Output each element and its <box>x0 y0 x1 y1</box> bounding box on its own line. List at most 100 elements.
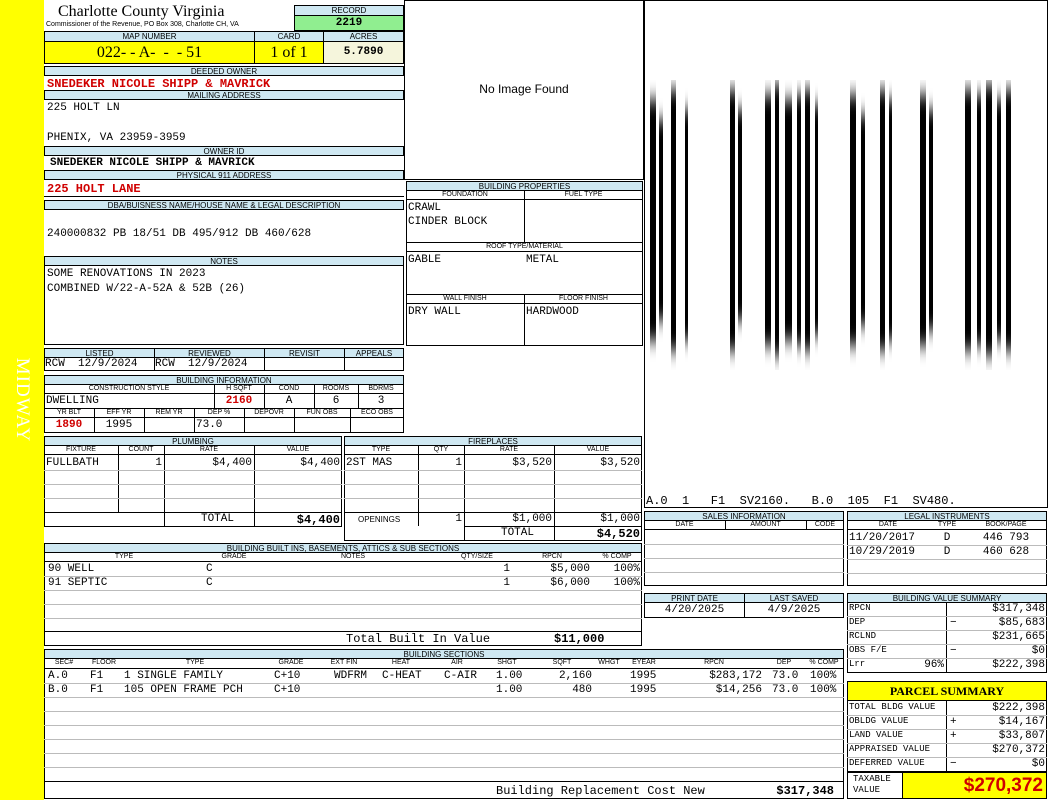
plumbing-rate: $4,400 <box>212 457 252 469</box>
sec-h-shgt: SHGT <box>484 659 530 669</box>
sec-h-type: TYPE <box>124 659 266 669</box>
rule <box>344 470 642 471</box>
sec-2-rpcn: $14,256 <box>715 684 762 696</box>
rule <box>214 384 215 408</box>
hsqft-label: H SQFT <box>214 385 264 394</box>
fuel-type-label: FUEL TYPE <box>524 191 643 200</box>
effyr-label: EFF YR <box>94 408 144 418</box>
rule <box>44 484 342 485</box>
rule <box>847 658 1047 659</box>
deeded-owner: SNEDEKER NICOLE SHIPP & MAVRICK <box>47 77 271 91</box>
dep-label: DEP % <box>194 408 244 418</box>
taxable-value: $270,372 <box>902 772 1047 799</box>
li-h-type: TYPE <box>929 521 965 530</box>
cond-value: A <box>285 395 293 407</box>
no-image-text: No Image Found <box>479 82 569 96</box>
sales-h-code: CODE <box>806 521 844 530</box>
sec-1-dep: 73.0 <box>772 670 799 682</box>
wall-finish: DRY WALL <box>408 306 461 318</box>
li-book-1: 446 793 <box>982 532 1030 544</box>
yrblt-value: 1890 <box>55 419 83 431</box>
sec-h-rpcn: RPCN <box>664 659 764 669</box>
revisit-value <box>264 357 345 371</box>
ps-value-2: $14,167 <box>998 716 1045 728</box>
owner-id-label: OWNER ID <box>44 146 404 156</box>
bvs-value-1: $317,348 <box>992 603 1045 615</box>
legal-description-label: DBA/BUISNESS NAME/HOUSE NAME & LEGAL DES… <box>44 200 404 210</box>
commissioner-line: Commissioner of the Revenue, PO Box 308,… <box>46 21 239 28</box>
district-label: MIDWAY <box>12 357 33 443</box>
rule <box>644 544 844 545</box>
bvs-sign-4: − <box>950 645 957 657</box>
openings-value: $1,000 <box>600 513 640 525</box>
hsqft-value: 2160 <box>225 395 253 407</box>
physical-address: 225 HOLT LANE <box>47 182 141 196</box>
wall-finish-label: WALL FINISH <box>406 294 524 304</box>
dep-value: 73.0 <box>196 419 223 431</box>
rule <box>44 590 642 591</box>
rule <box>44 498 342 499</box>
fire-h-qty: QTY <box>418 446 464 455</box>
sec-1-sqft: 2,160 <box>558 670 592 682</box>
roof-label: ROOF TYPE/MATERIAL <box>406 242 643 252</box>
openings-qty: 1 <box>455 513 462 525</box>
rule <box>44 753 844 754</box>
mailing-address-label: MAILING ADDRESS <box>44 90 404 100</box>
rule <box>44 604 642 605</box>
sec-2-grade: C+10 <box>274 684 301 696</box>
bvs-sign-2: − <box>950 617 957 629</box>
builtins-total: $11,000 <box>554 632 605 646</box>
bvs-value-3: $231,665 <box>992 631 1045 643</box>
rule <box>725 521 726 530</box>
bvs-label-3: RCLND <box>849 631 877 641</box>
ps-value-1: $222,398 <box>992 702 1045 714</box>
rule <box>44 196 404 197</box>
li-type-2: D <box>943 546 951 558</box>
notes-box <box>44 265 404 345</box>
plumbing-h-rate: RATE <box>164 446 254 455</box>
record-number: 2219 <box>294 15 404 31</box>
rule <box>44 711 844 712</box>
reviewed-value: RCW 12/9/2024 <box>154 357 265 371</box>
rule <box>44 781 844 782</box>
sec-1-shgt: 1.00 <box>496 670 523 682</box>
rule <box>44 631 642 632</box>
bvs-pct-5: 96% <box>924 659 944 671</box>
sec-1-heat: C-HEAT <box>382 670 422 682</box>
rule <box>94 408 95 433</box>
construction-style: DWELLING <box>46 395 99 407</box>
plumbing-total-label: TOTAL <box>200 513 234 525</box>
rooms-label: ROOMS <box>314 385 358 394</box>
sec-1-eyear: 1995 <box>630 670 657 682</box>
depovr-label: DEPOVR <box>244 408 294 418</box>
sec-2-dep: 73.0 <box>772 684 799 696</box>
sec-2-floor: F1 <box>90 684 104 696</box>
sec-2-shgt: 1.00 <box>496 684 523 696</box>
bi-h-rpcn: RPCN <box>512 553 592 562</box>
rule <box>358 384 359 408</box>
sec-1-grade: C+10 <box>274 670 301 682</box>
bi-grade-1: C <box>206 563 213 575</box>
li-h-book: BOOK/PAGE <box>965 521 1047 530</box>
li-book-2: 460 628 <box>982 546 1030 558</box>
sec-1-type: 1 SINGLE FAMILY <box>124 670 224 682</box>
sections-total-label: Building Replacement Cost New <box>496 784 705 798</box>
owner-id: SNEDEKER NICOLE SHIPP & MAVRICK <box>50 157 255 169</box>
ps-sign-2: + <box>950 716 957 728</box>
physical-address-label: PHYSICAL 911 ADDRESS <box>44 170 404 180</box>
sec-1-extfin: WDFRM <box>334 670 368 682</box>
rule <box>144 408 145 433</box>
rule <box>847 729 1047 730</box>
map-number: 022- - A- - - 51 <box>44 41 255 64</box>
mailing-line-1: 225 HOLT LN <box>47 102 120 114</box>
sec-h-dep: DEP <box>764 659 804 669</box>
plumbing-count: 1 <box>155 457 162 469</box>
bi-h-qty: QTY/SIZE <box>442 553 512 562</box>
rule <box>946 700 947 772</box>
card-number: 1 of 1 <box>254 41 324 64</box>
rule <box>294 408 295 433</box>
ecoobs-label: ECO OBS <box>350 408 404 418</box>
bvs-label-2: DEP <box>849 617 866 627</box>
fire-h-value: VALUE <box>554 446 642 455</box>
sec-1-comp: 100% <box>810 670 837 682</box>
